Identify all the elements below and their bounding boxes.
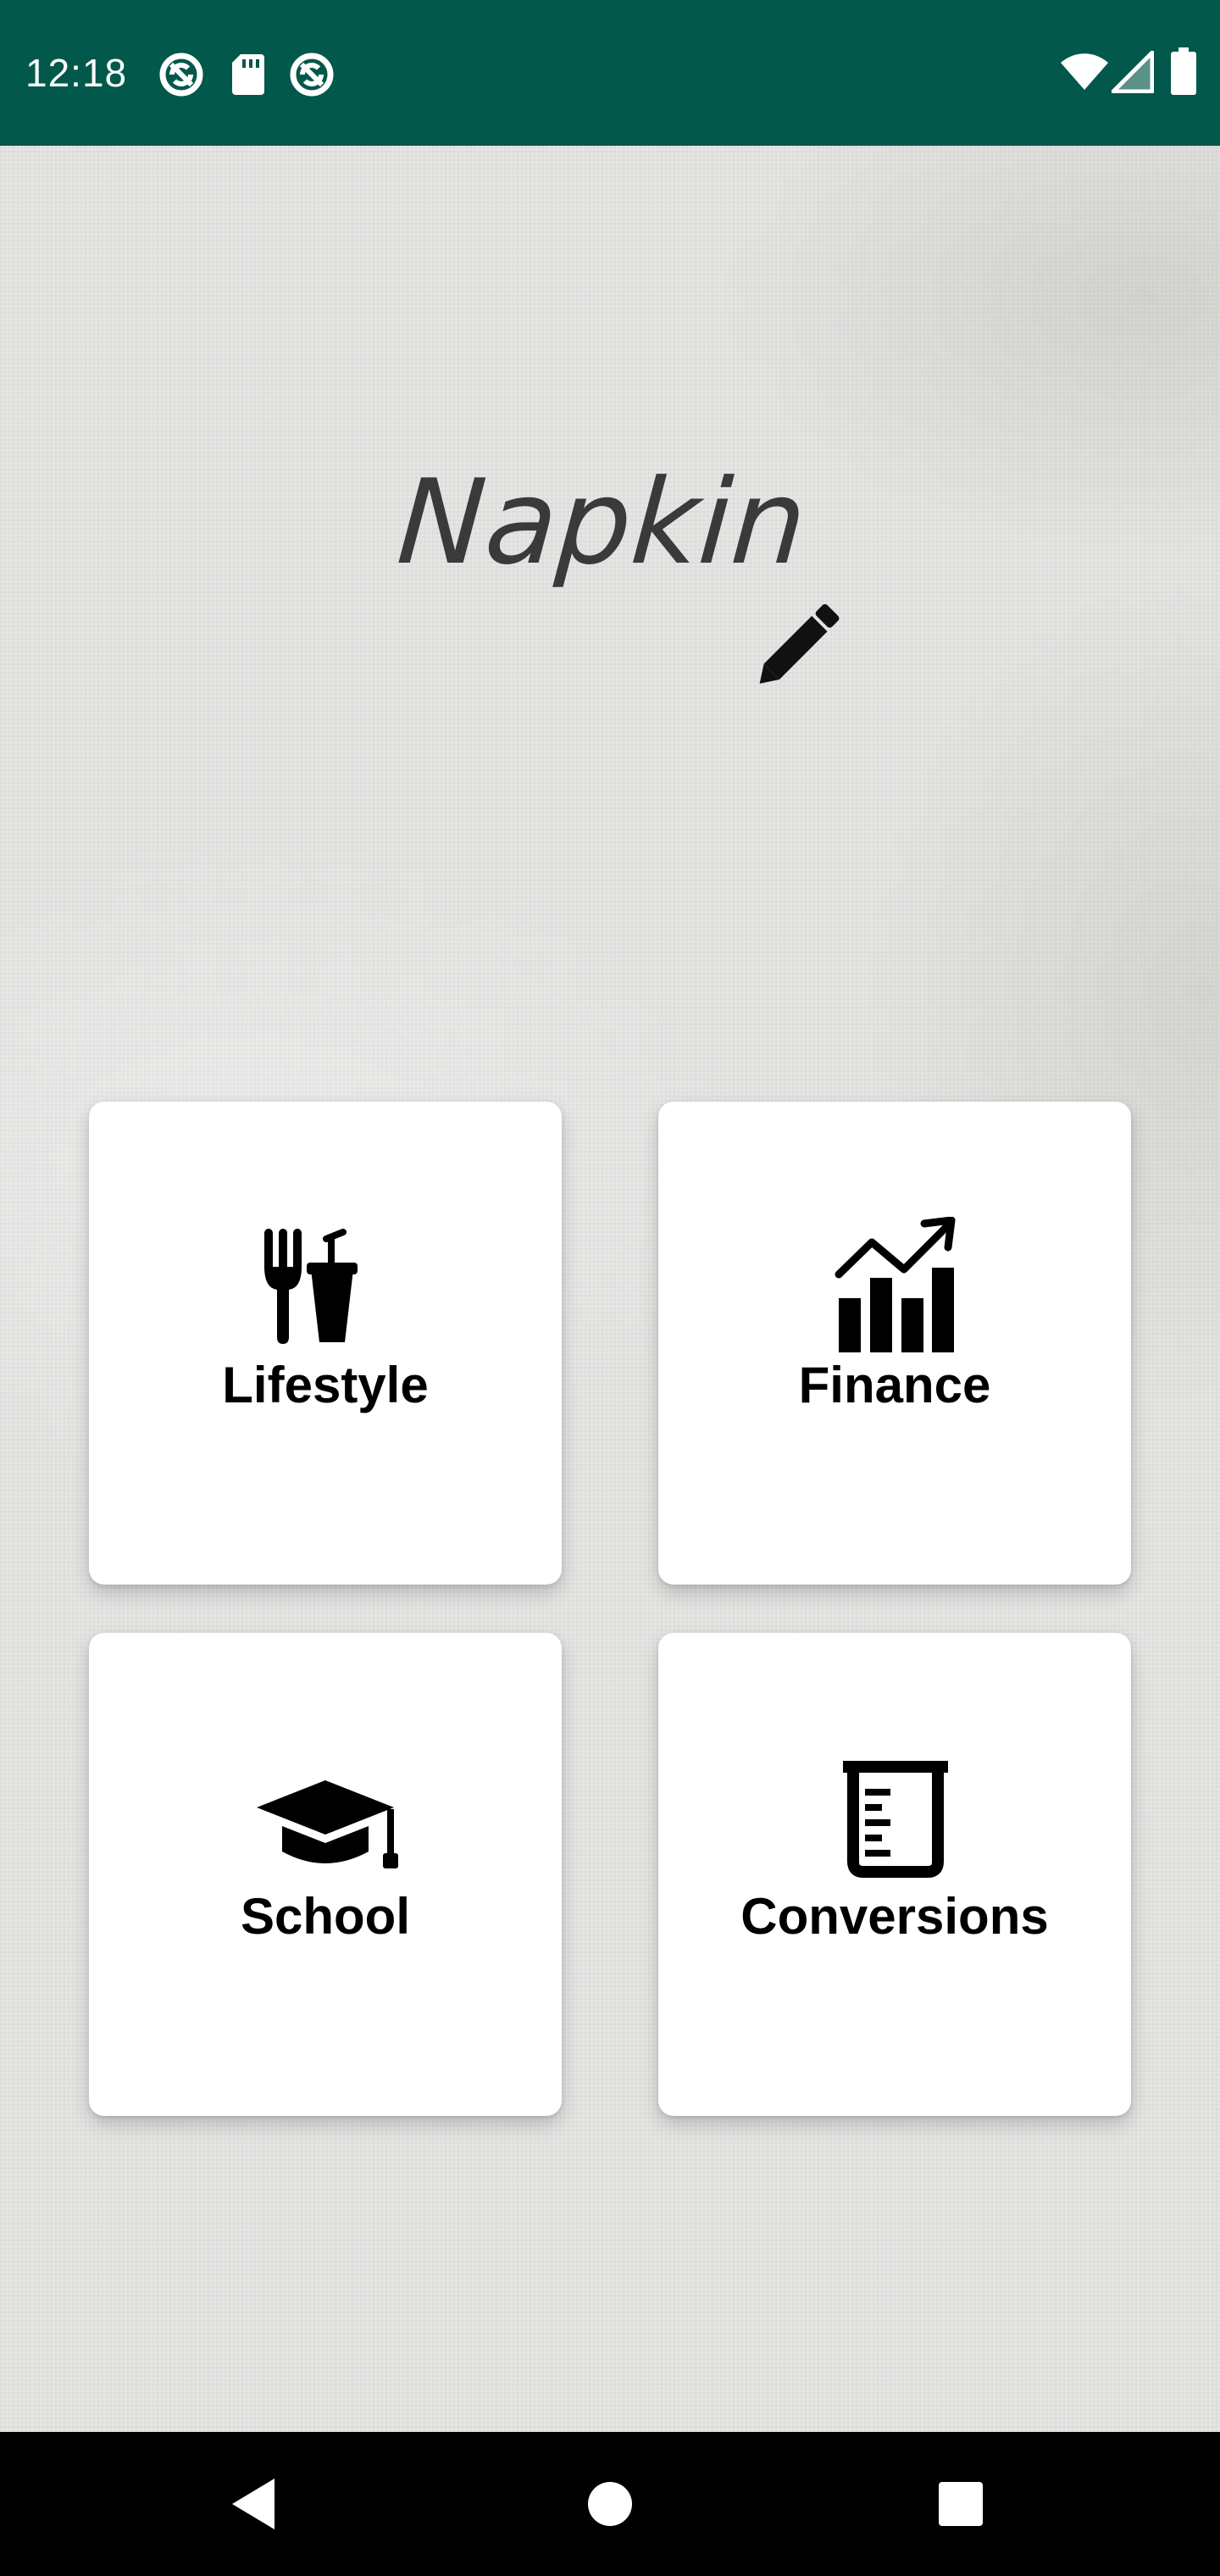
finance-card[interactable]: Finance [658, 1102, 1131, 1585]
recents-icon [939, 2482, 983, 2526]
app-logo-text: Napkin [393, 454, 811, 591]
utensils-drink-icon [264, 1229, 358, 1344]
sync-icon [290, 53, 334, 97]
chart-growth-icon [835, 1217, 956, 1352]
beaker-icon [843, 1761, 948, 1878]
back-icon [232, 2479, 274, 2529]
school-label: School [240, 1888, 410, 1945]
status-time: 12:18 [25, 51, 128, 95]
recents-button[interactable] [893, 2432, 1029, 2576]
sync-icon [159, 53, 203, 97]
navigation-bar [0, 2432, 1220, 2576]
school-card[interactable]: School [89, 1633, 562, 2116]
app-logo: Napkin [393, 451, 873, 684]
back-button[interactable] [186, 2432, 322, 2576]
sd-card-icon [232, 54, 264, 95]
status-bar: 12:18 [0, 0, 1220, 146]
conversions-label: Conversions [740, 1888, 1049, 1945]
home-icon [588, 2482, 632, 2526]
home-screen: Napkin Lifestyle Finance School Conversi… [0, 146, 1220, 2432]
battery-icon [1171, 47, 1196, 95]
lifestyle-card[interactable]: Lifestyle [89, 1102, 562, 1585]
graduation-cap-icon [257, 1780, 398, 1868]
finance-label: Finance [798, 1357, 991, 1413]
home-button[interactable] [542, 2432, 678, 2576]
lifestyle-label: Lifestyle [222, 1357, 429, 1413]
cell-signal-icon [1112, 51, 1154, 93]
wifi-icon [1061, 53, 1108, 90]
pencil-icon [759, 603, 840, 684]
conversions-card[interactable]: Conversions [658, 1633, 1131, 2116]
